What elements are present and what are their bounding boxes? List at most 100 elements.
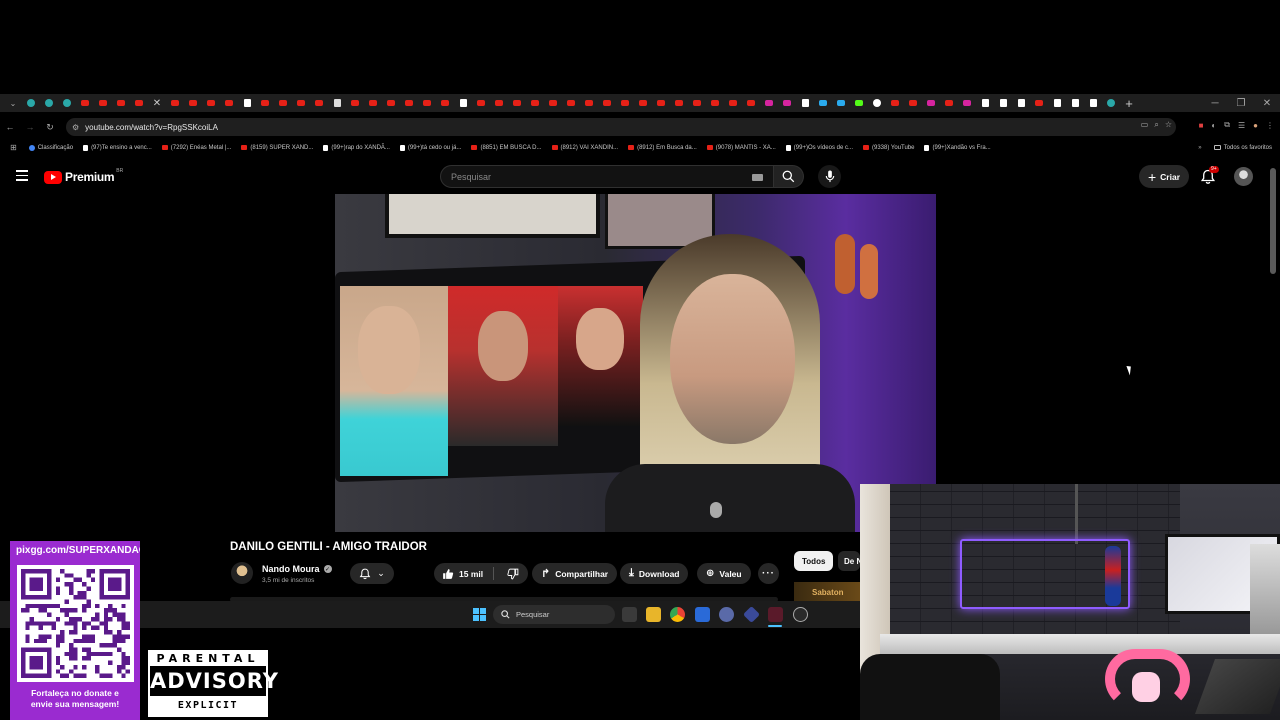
tab-favicon-icon[interactable] xyxy=(454,94,472,112)
bookmark-item[interactable]: (99+)Xandão vs Fra... xyxy=(924,144,991,151)
file-explorer-icon[interactable] xyxy=(646,607,661,622)
tab-favicon-icon[interactable] xyxy=(724,94,742,112)
voice-search-button[interactable] xyxy=(818,165,841,188)
account-avatar[interactable] xyxy=(1234,167,1253,186)
dislike-button[interactable] xyxy=(499,568,528,580)
reload-icon[interactable]: ↻ xyxy=(40,122,60,133)
create-button[interactable]: + Criar xyxy=(1139,165,1189,188)
tab-favicon-icon[interactable] xyxy=(832,94,850,112)
tab-favicon-icon[interactable] xyxy=(490,94,508,112)
app-blue-icon[interactable] xyxy=(695,607,710,622)
zoom-icon[interactable]: ⌕ xyxy=(1154,120,1158,130)
profile-icon[interactable]: ● xyxy=(1253,121,1258,130)
extension-sound-icon[interactable]: ◐ xyxy=(1211,121,1216,130)
streaming-app-icon[interactable] xyxy=(768,607,783,622)
tab-favicon-icon[interactable] xyxy=(166,94,184,112)
tab-favicon-icon[interactable] xyxy=(958,94,976,112)
share-button[interactable]: ↱ Compartilhar xyxy=(532,563,618,584)
windows-start-icon[interactable] xyxy=(473,608,486,621)
tab-favicon-icon[interactable] xyxy=(796,94,814,112)
extensions-puzzle-icon[interactable]: ⧉ xyxy=(1224,120,1230,130)
video-player[interactable] xyxy=(335,194,936,532)
tab-favicon-icon[interactable] xyxy=(670,94,688,112)
tab-favicon-icon[interactable] xyxy=(778,94,796,112)
chip-from-channel[interactable]: De Nando Moura xyxy=(838,551,860,571)
extension-red-icon[interactable]: ■ xyxy=(1199,121,1204,130)
tab-favicon-icon[interactable] xyxy=(400,94,418,112)
tab-favicon-icon[interactable] xyxy=(688,94,706,112)
channel-avatar[interactable] xyxy=(231,562,253,584)
minimize-icon[interactable]: ─ xyxy=(1202,94,1228,112)
tab-favicon-icon[interactable] xyxy=(994,94,1012,112)
tab-favicon-icon[interactable] xyxy=(364,94,382,112)
apps-grid-icon[interactable]: ⊞ xyxy=(10,143,17,152)
chrome-icon[interactable] xyxy=(670,607,685,622)
task-view-icon[interactable] xyxy=(622,607,637,622)
tab-favicon-icon[interactable] xyxy=(112,94,130,112)
bookmark-item[interactable]: Classificação xyxy=(28,144,73,151)
close-window-icon[interactable]: ✕ xyxy=(1254,94,1280,112)
taskbar-search[interactable]: Pesquisar xyxy=(493,605,615,624)
new-tab-icon[interactable]: + xyxy=(1120,96,1138,111)
tab-favicon-icon[interactable] xyxy=(1030,94,1048,112)
tab-favicon-icon[interactable] xyxy=(868,94,886,112)
tab-favicon-icon[interactable] xyxy=(976,94,994,112)
tab-favicon-icon[interactable] xyxy=(40,94,58,112)
tab-favicon-icon[interactable] xyxy=(922,94,940,112)
more-actions-icon[interactable]: ··· xyxy=(758,563,779,584)
obs-icon[interactable] xyxy=(793,607,808,622)
chip-all[interactable]: Todos xyxy=(794,551,834,571)
tab-favicon-icon[interactable] xyxy=(184,94,202,112)
bookmark-item[interactable]: (99+)Os vídeos de c... xyxy=(785,144,853,151)
tab-favicon-icon[interactable] xyxy=(580,94,598,112)
tab-favicon-icon[interactable] xyxy=(1102,94,1120,112)
tab-favicon-icon[interactable] xyxy=(508,94,526,112)
tab-favicon-icon[interactable] xyxy=(202,94,220,112)
thanks-button[interactable]: ⊕ Valeu xyxy=(697,563,751,584)
download-button[interactable]: ⤓ Download xyxy=(620,563,689,584)
subscribed-bell-button[interactable]: ⌄ xyxy=(350,563,394,584)
channel-name-row[interactable]: Nando Moura ✓ xyxy=(262,564,332,574)
bookmark-item[interactable]: (9078) MANTIS - XA... xyxy=(706,145,776,151)
tab-favicon-icon[interactable] xyxy=(58,94,76,112)
tab-favicon-icon[interactable] xyxy=(76,94,94,112)
restore-icon[interactable]: ❐ xyxy=(1228,94,1254,112)
bookmark-item[interactable]: (7292) Enéas Metal |... xyxy=(161,145,231,151)
tab-favicon-icon[interactable] xyxy=(256,94,274,112)
tab-favicon-icon[interactable] xyxy=(1048,94,1066,112)
tab-favicon-icon[interactable] xyxy=(418,94,436,112)
tab-favicon-icon[interactable] xyxy=(652,94,670,112)
tab-favicon-icon[interactable] xyxy=(1084,94,1102,112)
like-button[interactable]: 15 mil xyxy=(434,568,488,580)
cast-icon[interactable]: ▭ xyxy=(1141,120,1149,130)
tab-favicon-icon[interactable] xyxy=(472,94,490,112)
tab-favicon-icon[interactable] xyxy=(904,94,922,112)
settings-gear-icon[interactable] xyxy=(719,607,734,622)
tab-favicon-icon[interactable] xyxy=(310,94,328,112)
tab-close-icon[interactable]: ✕ xyxy=(148,94,166,112)
youtube-premium-logo[interactable]: Premium BR xyxy=(44,168,123,184)
tab-favicon-icon[interactable] xyxy=(346,94,364,112)
tab-favicon-icon[interactable] xyxy=(22,94,40,112)
tab-favicon-icon[interactable] xyxy=(274,94,292,112)
browser-menu-icon[interactable]: ⋮ xyxy=(1266,121,1274,130)
tab-favicon-icon[interactable] xyxy=(382,94,400,112)
tab-favicon-icon[interactable] xyxy=(130,94,148,112)
tab-favicon-icon[interactable] xyxy=(238,94,256,112)
app-diamond-icon[interactable] xyxy=(743,606,760,623)
bookmark-star-icon[interactable]: ☆ xyxy=(1165,120,1172,130)
bookmark-item[interactable]: (9338) YouTube xyxy=(863,145,914,151)
tab-search-dropdown-icon[interactable]: ⌄ xyxy=(4,94,22,112)
tab-favicon-icon[interactable] xyxy=(436,94,454,112)
hamburger-menu-icon[interactable] xyxy=(16,170,28,181)
back-icon[interactable]: ← xyxy=(0,122,20,132)
tab-favicon-icon[interactable] xyxy=(940,94,958,112)
channel-name[interactable]: Nando Moura xyxy=(262,564,320,574)
tab-favicon-icon[interactable] xyxy=(1012,94,1030,112)
tab-search-icon[interactable]: ☰ xyxy=(1238,121,1245,130)
tab-favicon-icon[interactable] xyxy=(706,94,724,112)
tab-favicon-icon[interactable] xyxy=(850,94,868,112)
all-bookmarks-folder[interactable]: Todos os favoritos xyxy=(1213,145,1272,151)
tab-favicon-icon[interactable] xyxy=(742,94,760,112)
tab-favicon-icon[interactable] xyxy=(544,94,562,112)
